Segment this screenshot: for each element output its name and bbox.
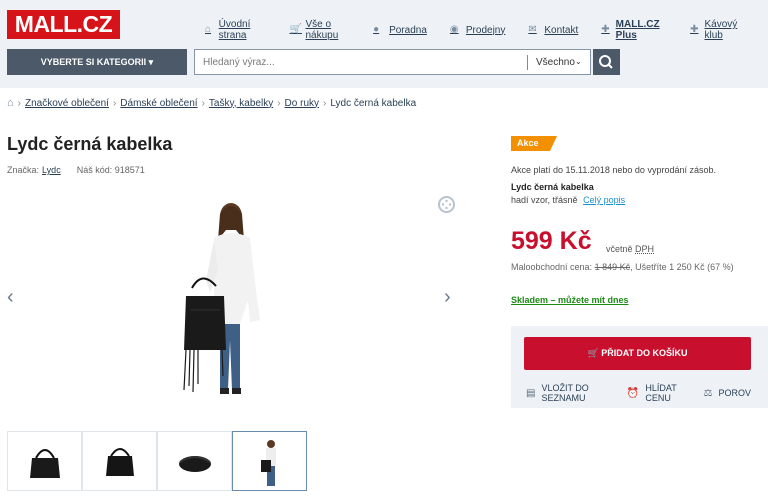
caret-down-icon: ▾: [148, 57, 154, 67]
thumbnail-strip: [7, 431, 307, 491]
top-link-label: Kávový klub: [704, 19, 738, 41]
prev-image-arrow[interactable]: ‹: [7, 287, 14, 307]
breadcrumb-item[interactable]: Tašky, kabelky: [209, 98, 273, 109]
chevron-down-icon: ⌄: [575, 57, 582, 66]
top-link-6[interactable]: ✚ Kávový klub: [690, 19, 745, 41]
vat-prefix: včetně: [606, 244, 633, 254]
breadcrumb-separator: ›: [17, 97, 21, 109]
add-to-cart-label: PŘIDAT DO KOŠÍKU: [601, 348, 688, 358]
home-icon[interactable]: ⌂: [7, 97, 14, 109]
promo-text: Akce platí do 15.11.2018 nebo do vyprodá…: [511, 165, 716, 175]
sale-badge: Akce: [511, 136, 557, 151]
thumbnail-2[interactable]: [82, 431, 157, 491]
home-icon: ⌂: [205, 24, 212, 35]
page-title: Lydc černá kabelka: [7, 134, 173, 154]
cart-icon: 🛒: [289, 24, 302, 35]
vat-note: včetně DPH: [606, 244, 654, 254]
action-1[interactable]: ⏰ HLÍDAT CENU: [627, 383, 687, 403]
offer-product-name: Lydc černá kabelka: [511, 182, 594, 192]
breadcrumb: ⌂ › Značkové oblečení › Dámské oblečení › Taš…: [7, 97, 420, 109]
search-divider: [527, 55, 528, 70]
breadcrumb-separator: ›: [323, 97, 327, 109]
breadcrumb-item: Lydc černá kabelka: [330, 97, 417, 109]
thumbnail-image: [106, 448, 134, 476]
thumbnail-1[interactable]: [7, 431, 82, 491]
stock-status[interactable]: Skladem – můžete mít dnes: [511, 295, 629, 305]
brand-link[interactable]: Lydc: [42, 165, 61, 175]
brand-label: Značka:: [7, 165, 40, 175]
logo[interactable]: MALL.CZ: [7, 10, 120, 39]
top-link-4[interactable]: ✉ Kontakt: [528, 19, 578, 41]
cart-icon: 🛒: [587, 348, 602, 358]
top-link-label: Prodejny: [465, 24, 506, 36]
thumbnail-image: [179, 456, 211, 472]
price: 599 Kč: [511, 227, 592, 255]
product-meta: Značka: Lydc Náš kód: 918571: [7, 165, 145, 175]
top-link-1[interactable]: 🛒 Vše o nákupu: [289, 19, 350, 41]
thumbnail-3[interactable]: [157, 431, 232, 491]
product-actions: ▤ VLOŽIT DO SEZNAMU ⏰ HLÍDAT CENU ⚖ POROV: [526, 383, 768, 403]
alarm-clock-icon: ⏰: [626, 387, 640, 399]
vat-abbr[interactable]: DPH: [635, 244, 654, 254]
breadcrumb-item[interactable]: Dámské oblečení: [120, 98, 197, 109]
search-box[interactable]: Hledaný výraz... Všechno ⌄: [194, 49, 591, 75]
retail-price: Maloobchodní cena: 1 849 Kč, Ušetříte 1 …: [511, 262, 734, 272]
breadcrumb-separator: ›: [201, 97, 205, 109]
plus-icon: ✚: [601, 24, 610, 35]
info-icon: ●: [373, 24, 380, 35]
top-link-label: MALL.CZ Plus: [615, 19, 660, 41]
thumbnail-image: [30, 449, 60, 478]
mail-icon: ✉: [528, 24, 537, 35]
top-link-label: Úvodní strana: [218, 19, 251, 41]
offer-description: hadí vzor, třásně Celý popis: [511, 195, 625, 205]
search-input[interactable]: Hledaný výraz...: [203, 57, 275, 68]
savings-text: , Ušetříte 1 250 Kč (67 %): [630, 262, 734, 272]
breadcrumb-item[interactable]: Značkové oblečení: [25, 98, 109, 109]
header: MALL.CZ ⌂ Úvodní strana 🛒 Vše o nákupu ● Pora…: [0, 0, 768, 88]
top-link-label: Kontakt: [544, 24, 579, 36]
plus-icon: ✚: [690, 24, 699, 35]
retail-label: Maloobchodní cena:: [511, 262, 593, 272]
zoom-icon[interactable]: [438, 196, 455, 213]
top-link-label: Poradna: [389, 24, 427, 36]
add-to-cart-button[interactable]: 🛒 PŘIDAT DO KOŠÍKU: [524, 337, 751, 370]
location-icon: ◉: [449, 24, 459, 35]
offer-description-text: hadí vzor, třásně: [511, 195, 578, 205]
list-icon: ▤: [526, 387, 536, 399]
product-image: [183, 203, 260, 394]
full-description-link[interactable]: Celý popis: [583, 195, 625, 205]
action-label: POROV: [718, 388, 751, 398]
search-button[interactable]: [593, 49, 620, 75]
product-code: Náš kód: 918571: [76, 165, 145, 175]
action-label: HLÍDAT CENU: [645, 383, 677, 403]
top-links: ⌂ Úvodní strana 🛒 Vše o nákupu ● Poradna ◉ Prod…: [205, 19, 768, 41]
search-icon: [599, 55, 613, 69]
retail-old-price: 1 849 Kč: [594, 262, 631, 272]
breadcrumb-separator: ›: [277, 97, 281, 109]
thumbnail-4[interactable]: [232, 431, 307, 491]
top-link-2[interactable]: ● Poradna: [373, 19, 427, 41]
next-image-arrow[interactable]: ›: [444, 287, 451, 307]
top-link-label: Vše o nákupu: [305, 19, 339, 41]
top-link-5[interactable]: ✚ MALL.CZ Plus: [601, 19, 667, 41]
action-label: VLOŽIT DO SEZNAMU: [541, 383, 589, 403]
action-0[interactable]: ▤ VLOŽIT DO SEZNAMU: [526, 383, 610, 403]
breadcrumb-item[interactable]: Do ruky: [285, 98, 319, 109]
top-link-3[interactable]: ◉ Prodejny: [450, 19, 505, 41]
breadcrumb-separator: ›: [112, 97, 117, 109]
action-2[interactable]: ⚖ POROV: [704, 383, 751, 403]
search-scope-select[interactable]: Všechno: [536, 57, 575, 68]
category-button-label: VYBERTE SI KATEGORII: [40, 57, 147, 67]
category-button[interactable]: VYBERTE SI KATEGORII ▾: [7, 49, 187, 75]
scales-icon: ⚖: [703, 387, 713, 399]
thumbnail-image: [261, 440, 276, 486]
top-link-0[interactable]: ⌂ Úvodní strana: [205, 19, 266, 41]
zoom-dots: [441, 199, 452, 210]
